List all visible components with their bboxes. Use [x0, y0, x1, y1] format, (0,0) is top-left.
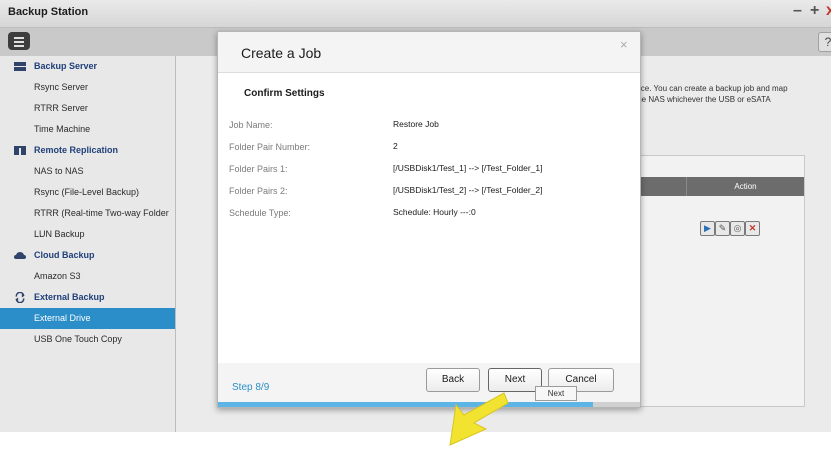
- create-job-dialog: Create a Job × Confirm Settings Job Name…: [217, 31, 641, 408]
- folder-pair-number-label: Folder Pair Number:: [229, 142, 311, 152]
- next-tooltip: Next: [535, 386, 577, 401]
- dialog-close-icon[interactable]: ×: [620, 37, 628, 52]
- delete-icon[interactable]: ✕: [745, 221, 760, 236]
- play-icon[interactable]: ▶: [700, 221, 715, 236]
- edit-icon[interactable]: ✎: [715, 221, 730, 236]
- dialog-body: Confirm Settings Job Name: Restore Job F…: [218, 73, 640, 363]
- sync-icon: [15, 292, 25, 303]
- window-title: Backup Station: [8, 6, 89, 18]
- job-name-value: Restore Job: [393, 119, 439, 129]
- schedule-type-label: Schedule Type:: [229, 208, 291, 218]
- backup-station-window: Backup Station – + x ? Backup Server Rsy…: [0, 0, 831, 432]
- dialog-title: Create a Job: [241, 45, 322, 61]
- sidebar-item-external-drive[interactable]: External Drive: [0, 308, 175, 329]
- sidebar-category-remote-replication[interactable]: Remote Replication: [0, 140, 175, 161]
- sidebar: Backup Server Rsync Server RTRR Server T…: [0, 56, 176, 432]
- pointer-arrow-icon: [449, 392, 509, 446]
- minimize-button[interactable]: –: [793, 3, 802, 19]
- replication-icon: [14, 146, 26, 155]
- folder-pair-number-value: 2: [393, 141, 398, 151]
- sidebar-item-label: External Backup: [34, 292, 105, 302]
- help-button[interactable]: ?: [818, 32, 831, 52]
- dialog-header: Create a Job ×: [218, 32, 640, 73]
- description-line: the NAS whichever the USB or eSATA: [635, 95, 771, 104]
- server-icon: [14, 62, 26, 71]
- view-log-icon[interactable]: ◎: [730, 221, 745, 236]
- sidebar-category-external-backup[interactable]: External Backup: [0, 287, 175, 308]
- sidebar-category-cloud-backup[interactable]: Cloud Backup: [0, 245, 175, 266]
- cloud-icon: [14, 252, 26, 259]
- sidebar-item-nas-to-nas[interactable]: NAS to NAS: [0, 161, 175, 182]
- sidebar-item-label: Backup Server: [34, 61, 98, 71]
- sidebar-item-rtrr-folder-sync[interactable]: RTRR (Real-time Two-way Folder ...: [0, 203, 175, 239]
- sidebar-item-label: Cloud Backup: [34, 250, 95, 260]
- sidebar-item-label: Remote Replication: [34, 145, 119, 155]
- folder-pairs-2-value: [/USBDisk1/Test_2] --> [/Test_Folder_2]: [393, 185, 543, 195]
- folder-pairs-2-label: Folder Pairs 2:: [229, 186, 288, 196]
- schedule-type-value: Schedule: Hourly ---:0: [393, 207, 476, 217]
- action-column-header: Action: [686, 177, 804, 196]
- menu-icon-line: [14, 41, 24, 43]
- folder-pairs-1-value: [/USBDisk1/Test_1] --> [/Test_Folder_1]: [393, 163, 543, 173]
- close-button[interactable]: x: [826, 3, 831, 19]
- folder-pairs-1-label: Folder Pairs 1:: [229, 164, 288, 174]
- menu-button[interactable]: [8, 32, 30, 50]
- sidebar-category-backup-server[interactable]: Backup Server: [0, 56, 175, 77]
- page-description: vice. You can create a backup job and ma…: [635, 83, 831, 105]
- sidebar-item-lun-backup[interactable]: LUN Backup: [0, 224, 175, 245]
- title-bar: Backup Station – + x: [0, 0, 831, 28]
- section-title: Confirm Settings: [244, 88, 325, 99]
- step-indicator: Step 8/9: [232, 382, 270, 393]
- description-line: vice. You can create a backup job and ma…: [635, 84, 788, 93]
- sidebar-item-usb-one-touch-copy[interactable]: USB One Touch Copy: [0, 329, 175, 350]
- menu-icon-line: [14, 45, 24, 47]
- job-name-label: Job Name:: [229, 120, 273, 130]
- sidebar-item-amazon-s3[interactable]: Amazon S3: [0, 266, 175, 287]
- sidebar-item-rsync-server[interactable]: Rsync Server: [0, 77, 175, 98]
- sidebar-item-time-machine[interactable]: Time Machine: [0, 119, 175, 140]
- menu-icon: [14, 37, 24, 39]
- maximize-button[interactable]: +: [810, 3, 819, 19]
- sidebar-item-rtrr-server[interactable]: RTRR Server: [0, 98, 175, 119]
- sidebar-item-rsync-file-level[interactable]: Rsync (File-Level Backup): [0, 182, 175, 203]
- progress-fill: [218, 402, 594, 407]
- progress-bar: [218, 402, 640, 407]
